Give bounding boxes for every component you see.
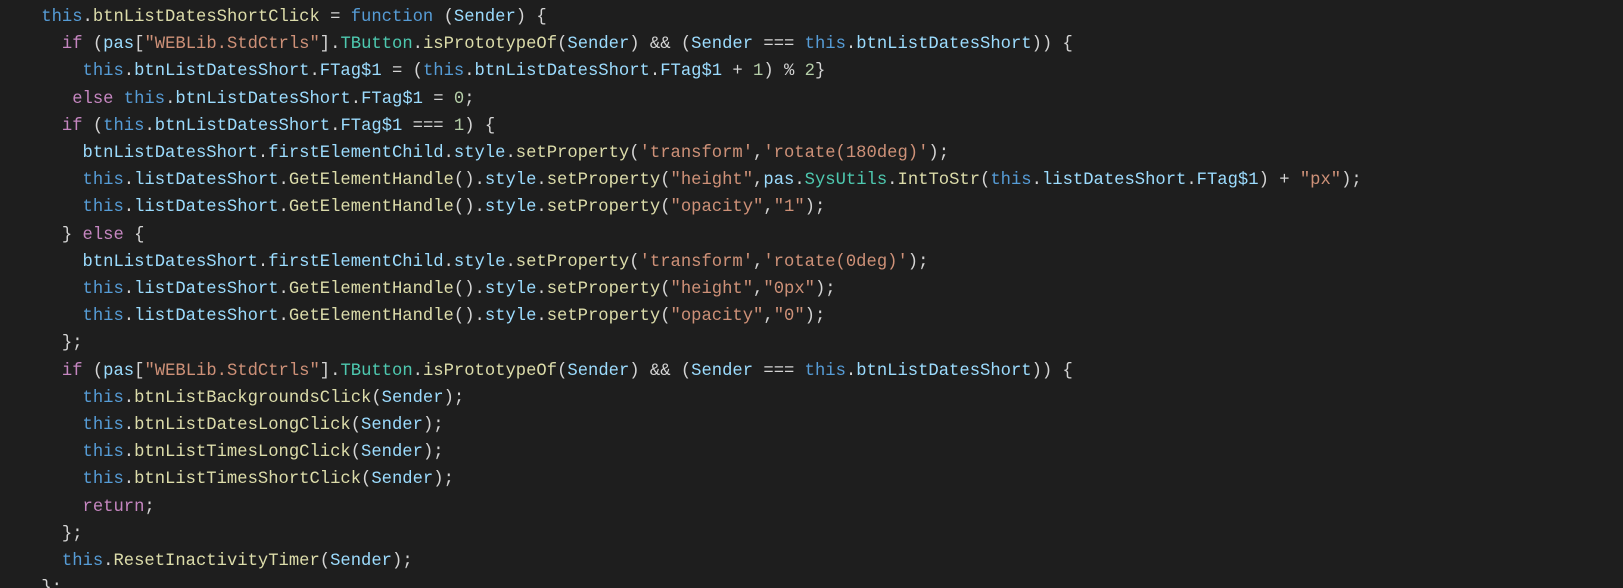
code-line: else this.btnListDatesShort.FTag$1 = 0; xyxy=(0,90,475,109)
code-line: }; xyxy=(0,579,62,588)
code-line: this.btnListBackgroundsClick(Sender); xyxy=(0,389,464,408)
code-line: } else { xyxy=(0,226,144,245)
code-line: this.listDatesShort.GetElementHandle().s… xyxy=(0,171,1362,190)
code-line: if (pas["WEBLib.StdCtrls"].TButton.isPro… xyxy=(0,35,1073,54)
code-line: }; xyxy=(0,525,83,544)
code-line: this.btnListDatesShort.FTag$1 = (this.bt… xyxy=(0,62,825,81)
code-line: this.listDatesShort.GetElementHandle().s… xyxy=(0,307,825,326)
code-line: }; xyxy=(0,334,83,353)
code-line: this.listDatesShort.GetElementHandle().s… xyxy=(0,198,825,217)
code-line: this.listDatesShort.GetElementHandle().s… xyxy=(0,280,836,299)
code-line: btnListDatesShort.firstElementChild.styl… xyxy=(0,253,928,272)
code-editor[interactable]: this.btnListDatesShortClick = function (… xyxy=(0,0,1623,588)
code-line: this.btnListTimesShortClick(Sender); xyxy=(0,470,454,489)
code-line: this.btnListTimesLongClick(Sender); xyxy=(0,443,444,462)
code-line: return; xyxy=(0,498,155,517)
code-line: if (this.btnListDatesShort.FTag$1 === 1)… xyxy=(0,117,495,136)
code-line: this.btnListDatesLongClick(Sender); xyxy=(0,416,444,435)
code-line: if (pas["WEBLib.StdCtrls"].TButton.isPro… xyxy=(0,362,1073,381)
code-line: btnListDatesShort.firstElementChild.styl… xyxy=(0,144,949,163)
code-line: this.ResetInactivityTimer(Sender); xyxy=(0,552,413,571)
code-line: this.btnListDatesShortClick = function (… xyxy=(0,8,547,27)
